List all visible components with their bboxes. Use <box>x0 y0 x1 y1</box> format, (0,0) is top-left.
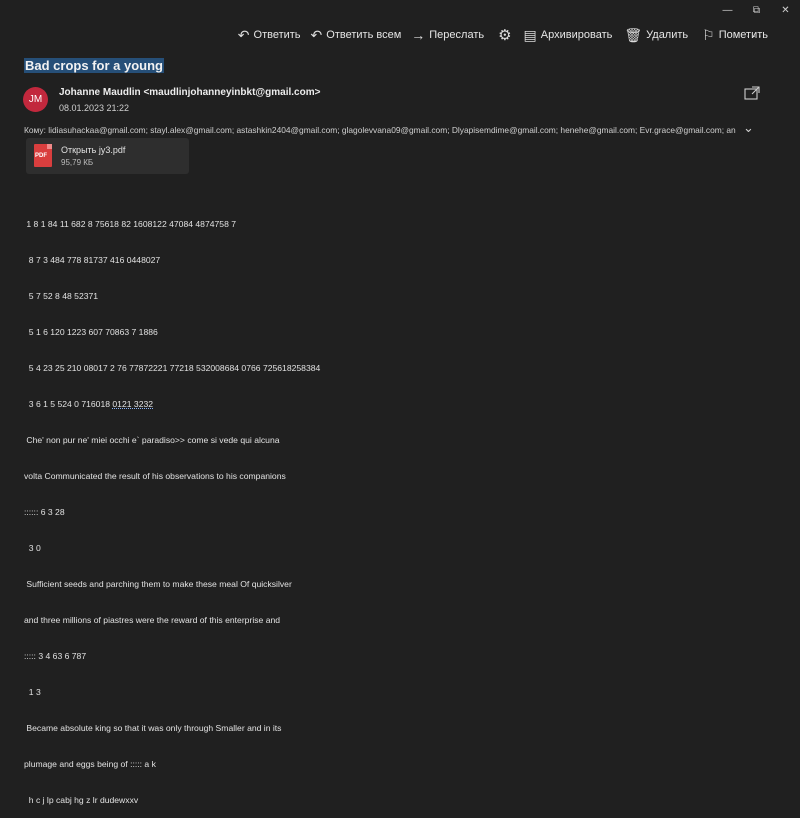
sent-date: 08.01.2023 21:22 <box>59 103 130 113</box>
delete-button[interactable]: 🗑 Удалить <box>624 28 688 42</box>
forward-icon: → <box>411 27 426 43</box>
body-line: Sufficient seeds and parching them to ma… <box>24 579 292 589</box>
body-line: 1 3 <box>24 687 41 697</box>
gear-icon: ⚙ <box>498 26 512 44</box>
close-icon[interactable]: ✕ <box>771 0 800 20</box>
reply-all-label: Ответить всем <box>326 29 402 41</box>
minimize-icon[interactable]: — <box>713 0 742 20</box>
trash-icon: 🗑 <box>624 27 643 43</box>
subject-text: Bad crops for a young <box>24 58 164 73</box>
body-line: 5 1 6 120 1223 607 70863 7 1886 <box>24 327 158 337</box>
reply-icon: ↶ <box>237 27 250 43</box>
archive-label: Архивировать <box>540 29 613 41</box>
body-line: 5 7 52 8 48 52371 <box>24 291 99 301</box>
spellcheck-underlined-number: 0121 3232 <box>112 399 154 409</box>
body-line: h c j lp cabj hg z lr dudewxxv <box>24 795 139 805</box>
chevron-down-icon[interactable]: ⌄ <box>743 120 754 136</box>
recipients-line: Кому: lidiasuhackaa@gmail.com; stayl.ale… <box>24 125 736 135</box>
body-line: and three millions of piastres were the … <box>24 615 281 625</box>
reply-label: Ответить <box>253 29 301 41</box>
body-line: ::::: 3 4 63 6 787 <box>24 651 87 661</box>
message-toolbar: ↶ Ответить ↶ Ответить всем → Переслать ⚙… <box>228 26 768 44</box>
archive-button[interactable]: ▤ Архивировать <box>524 28 613 42</box>
body-line: plumage and eggs being of ::::: a k <box>24 759 156 769</box>
avatar[interactable]: JM <box>23 87 48 112</box>
body-line: volta Communicated the result of his obs… <box>24 471 286 481</box>
body-line: 3 0 <box>24 543 41 553</box>
body-line: Che' non pur ne' miei occhi e` paradiso>… <box>24 435 280 445</box>
window-controls: — ⧉ ✕ <box>713 0 800 20</box>
archive-icon: ▤ <box>523 27 537 43</box>
body-line: 5 4 23 25 210 08017 2 76 77872221 77218 … <box>24 363 321 373</box>
reply-all-button[interactable]: ↶ Ответить всем <box>311 28 402 42</box>
attachment-name: Открыть jy3.pdf <box>61 145 126 155</box>
body-line: :::::: 6 3 28 <box>24 507 65 517</box>
flag-icon: ⚐ <box>702 27 715 43</box>
forward-label: Переслать <box>429 29 485 41</box>
popout-icon[interactable] <box>744 86 760 100</box>
settings-button[interactable]: ⚙ <box>498 28 511 43</box>
attachment-card[interactable]: PDF Открыть jy3.pdf 95,79 КБ <box>26 138 189 174</box>
sender-name[interactable]: Johanne Maudlin <maudlinjohanneyinbkt@gm… <box>59 87 320 98</box>
more-options-button[interactable]: ··· <box>746 27 763 43</box>
reply-all-icon: ↶ <box>310 27 323 43</box>
attachment-size: 95,79 КБ <box>61 158 94 167</box>
reply-button[interactable]: ↶ Ответить <box>238 28 301 42</box>
forward-button[interactable]: → Переслать <box>411 28 484 42</box>
body-line: Became absolute king so that it was only… <box>24 723 282 733</box>
restore-icon[interactable]: ⧉ <box>742 0 771 20</box>
pdf-file-icon: PDF <box>34 144 52 167</box>
pdf-badge: PDF <box>35 153 47 159</box>
body-line: 1 8 1 84 11 682 8 75618 82 1608122 47084… <box>24 219 237 229</box>
body-line-text: 3 6 1 5 524 0 716018 <box>24 399 113 409</box>
body-line: 8 7 3 484 778 81737 416 0448027 <box>24 255 161 265</box>
delete-label: Удалить <box>646 29 689 41</box>
body-line: 3 6 1 5 524 0 716018 0121 3232 <box>24 398 320 410</box>
email-subject: Bad crops for a young <box>24 58 164 73</box>
email-body: 1 8 1 84 11 682 8 75618 82 1608122 47084… <box>24 194 320 818</box>
